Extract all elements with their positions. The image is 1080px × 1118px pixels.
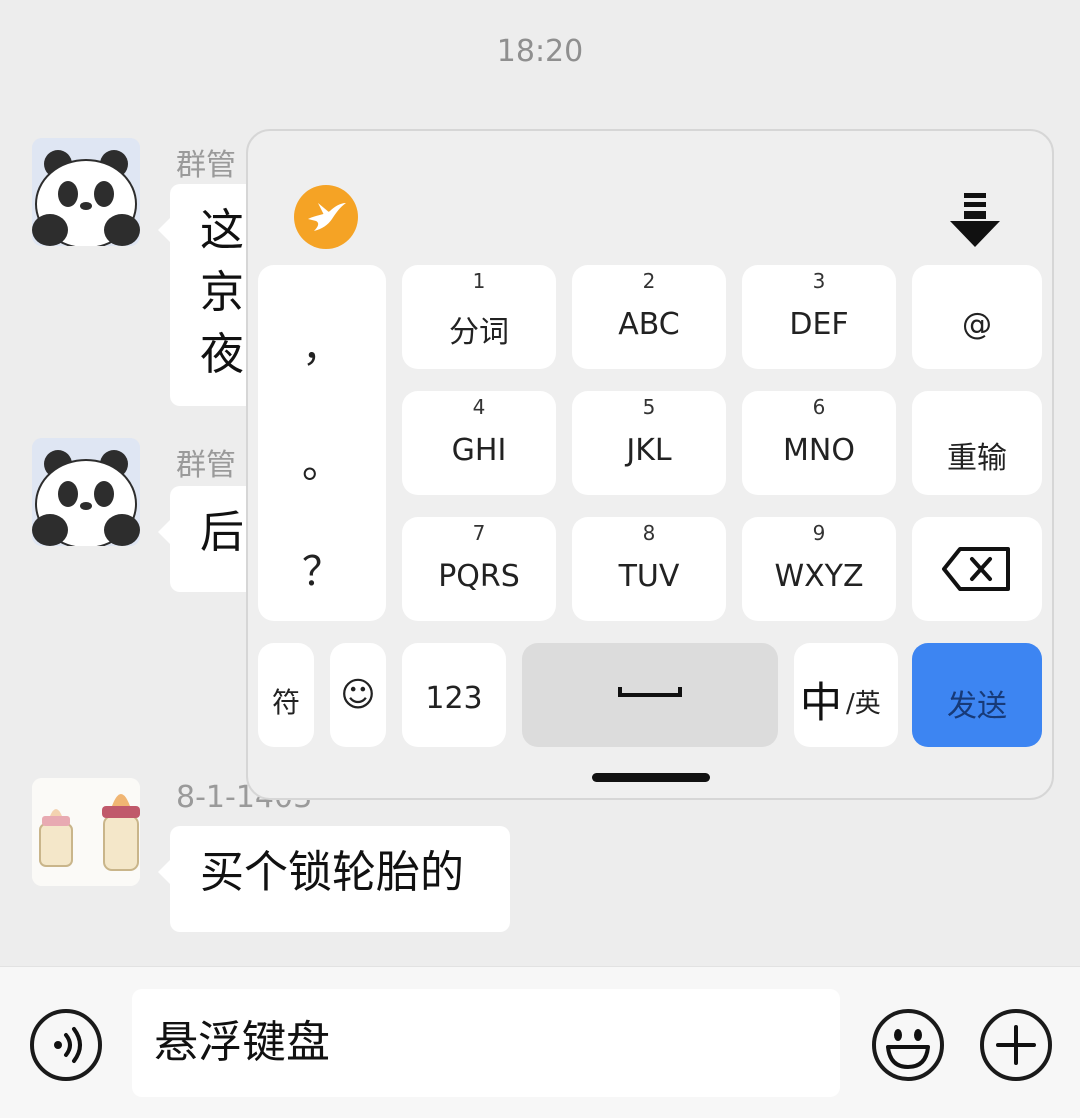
key-label: @ xyxy=(962,307,992,342)
key-label: 发送 xyxy=(947,689,1007,724)
voice-button[interactable] xyxy=(30,1009,102,1081)
panda-avatar-icon xyxy=(32,138,140,246)
more-actions-button[interactable] xyxy=(980,1009,1052,1081)
key-number: 2 xyxy=(642,269,656,293)
key-number: 4 xyxy=(472,395,486,419)
backspace-key[interactable] xyxy=(912,517,1042,621)
smiley-icon: ☺ xyxy=(340,675,376,715)
comma-key[interactable]: ， xyxy=(258,315,386,373)
avatar[interactable] xyxy=(32,778,140,886)
key-number: 7 xyxy=(472,521,486,545)
key-label: DEF xyxy=(789,307,849,342)
key-label: MNO xyxy=(783,433,855,468)
key-label: TUV xyxy=(618,559,680,594)
key-reinput[interactable]: 重输 xyxy=(912,391,1042,495)
backspace-icon xyxy=(942,547,1010,591)
key-label: GHI xyxy=(451,433,507,468)
key-number: 3 xyxy=(812,269,826,293)
panda-avatar-icon xyxy=(32,438,140,546)
key-label: WXYZ xyxy=(774,559,864,594)
key-label: JKL xyxy=(626,433,672,468)
smiley-face-icon xyxy=(886,1029,930,1069)
avatar[interactable] xyxy=(32,138,140,246)
key-number: 6 xyxy=(812,395,826,419)
key-6-mno[interactable]: 6 MNO xyxy=(742,391,896,495)
space-bar-icon xyxy=(618,687,682,697)
question-key[interactable]: ？ xyxy=(258,539,386,597)
language-chinese-label: 中 xyxy=(800,678,843,727)
key-number: 8 xyxy=(642,521,656,545)
message-text-line: 买个锁轮胎的 xyxy=(200,847,464,898)
sender-name: 群管 xyxy=(176,148,236,183)
voice-icon xyxy=(54,1027,82,1063)
chat-timestamp: 18:20 xyxy=(496,34,584,69)
message-input[interactable]: 悬浮键盘 xyxy=(132,989,840,1097)
plus-icon xyxy=(996,1025,1036,1065)
chat-input-bar: 悬浮键盘 xyxy=(0,966,1080,1118)
language-switch-key[interactable]: 中 /英 xyxy=(794,643,898,747)
key-9-wxyz[interactable]: 9 WXYZ xyxy=(742,517,896,621)
language-english-label: /英 xyxy=(846,689,881,719)
hummingbird-icon xyxy=(308,203,346,231)
key-1-segment[interactable]: 1 分词 xyxy=(402,265,556,369)
key-number: 5 xyxy=(642,395,656,419)
key-label: PQRS xyxy=(438,559,520,594)
key-7-pqrs[interactable]: 7 PQRS xyxy=(402,517,556,621)
key-number: 9 xyxy=(812,521,826,545)
send-button[interactable]: 发送 xyxy=(912,643,1042,747)
baby-bottle-avatar-icon xyxy=(32,778,140,886)
emoji-button[interactable] xyxy=(872,1009,944,1081)
floating-keyboard: ， 。 ？ 1 分词 2 ABC 3 DEF @ 4 GHI 5 JKL 6 M… xyxy=(246,129,1054,800)
punctuation-column: ， 。 ？ xyxy=(258,265,386,621)
avatar[interactable] xyxy=(32,438,140,546)
space-key[interactable] xyxy=(522,643,778,747)
arrow-down-bar-icon xyxy=(950,193,1000,247)
message-bubble[interactable]: 买个锁轮胎的 xyxy=(158,826,510,932)
symbol-key[interactable]: 符 xyxy=(258,643,314,747)
key-label: 123 xyxy=(425,681,483,716)
key-2-abc[interactable]: 2 ABC xyxy=(572,265,726,369)
emoji-key[interactable]: ☺ xyxy=(330,643,386,747)
key-label: ABC xyxy=(618,307,680,342)
key-5-jkl[interactable]: 5 JKL xyxy=(572,391,726,495)
sender-name: 群管 xyxy=(176,448,236,483)
period-key[interactable]: 。 xyxy=(258,431,386,489)
key-3-def[interactable]: 3 DEF xyxy=(742,265,896,369)
key-label: 分词 xyxy=(449,315,509,350)
keyboard-logo-button[interactable] xyxy=(294,185,358,249)
key-8-tuv[interactable]: 8 TUV xyxy=(572,517,726,621)
key-number: 1 xyxy=(472,269,486,293)
key-4-ghi[interactable]: 4 GHI xyxy=(402,391,556,495)
key-at[interactable]: @ xyxy=(912,265,1042,369)
collapse-keyboard-button[interactable] xyxy=(948,193,1002,251)
keyboard-drag-handle[interactable] xyxy=(592,773,710,782)
numbers-key[interactable]: 123 xyxy=(402,643,506,747)
key-label: 重输 xyxy=(947,441,1007,476)
key-label: 符 xyxy=(271,686,300,719)
